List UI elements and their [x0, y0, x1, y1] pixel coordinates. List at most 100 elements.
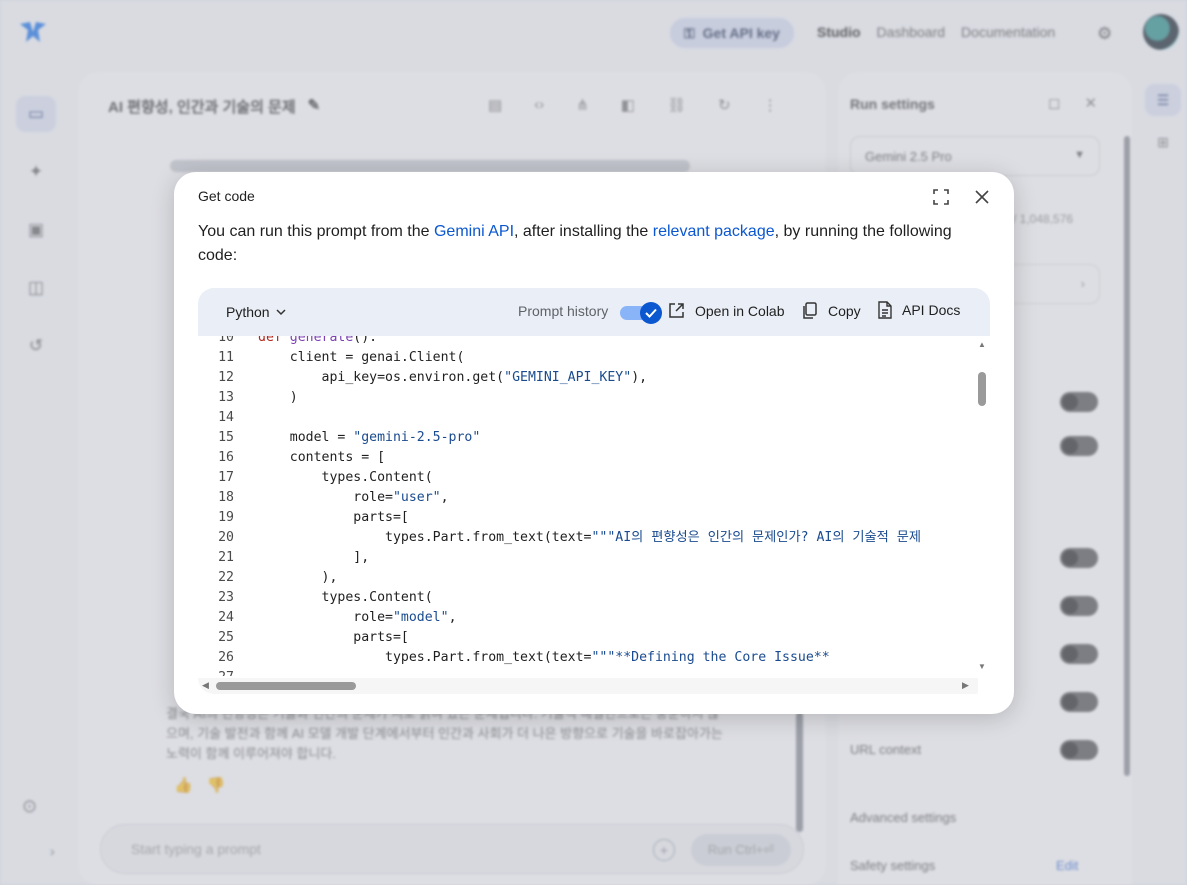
code-token: "user" [392, 490, 441, 505]
code-line: 16 contents = [ [198, 448, 978, 468]
code-line: 19 parts=[ [198, 508, 978, 528]
code-toolbar: Python Prompt history Open in Colab Copy… [198, 288, 990, 336]
prompt-history-label: Prompt history [518, 303, 609, 319]
code-token: def [258, 336, 290, 345]
code-token: role= [258, 490, 393, 505]
open-in-colab-button[interactable]: Open in Colab [668, 302, 785, 319]
scroll-right-arrow-icon[interactable]: ▶ [962, 680, 969, 691]
code-text: def generate(): [234, 336, 377, 348]
horizontal-scrollbar[interactable] [216, 682, 356, 690]
line-number: 26 [218, 650, 234, 665]
copy-button[interactable]: Copy [802, 302, 861, 319]
copy-icon [803, 302, 817, 319]
code-text: api_key=os.environ.get("GEMINI_API_KEY")… [234, 368, 648, 388]
open-external-icon [669, 303, 684, 318]
relevant-package-link[interactable]: relevant package [653, 223, 775, 240]
code-text: role="model", [234, 608, 457, 628]
scroll-left-arrow-icon[interactable]: ◀ [202, 680, 209, 691]
code-text: types.Part.from_text(text="""AI의 편향성은 인간… [234, 528, 921, 548]
code-line: 25 parts=[ [198, 628, 978, 648]
code-token: generate [289, 336, 354, 345]
line-number: 11 [218, 350, 234, 365]
code-text: types.Part.from_text(text="""**Defining … [234, 648, 830, 668]
code-line: 21 ], [198, 548, 978, 568]
line-number: 22 [218, 570, 234, 585]
code-text: parts=[ [234, 508, 409, 528]
code-token: (): [353, 336, 378, 345]
line-number: 27 [198, 668, 234, 676]
code-editor[interactable]: 10 def generate(): 11 client = genai.Clien… [198, 336, 990, 694]
line-number: 16 [218, 450, 234, 465]
code-card: Python Prompt history Open in Colab Copy… [198, 288, 990, 694]
code-text: ], [234, 548, 369, 568]
code-token: ), [258, 570, 338, 585]
check-icon [640, 302, 662, 324]
line-number: 23 [218, 590, 234, 605]
code-line: 24 role="model", [198, 608, 978, 628]
code-token: , [448, 610, 457, 625]
api-docs-button[interactable]: API Docs [878, 301, 960, 319]
line-number: 25 [218, 630, 234, 645]
close-icon[interactable] [969, 184, 995, 210]
code-line: 10 def generate(): [198, 336, 978, 348]
code-line: 27 [198, 668, 978, 676]
code-text: client = genai.Client( [234, 348, 465, 368]
code-token: ), [631, 370, 648, 385]
line-number: 15 [218, 430, 234, 445]
code-token: types.Content( [258, 590, 433, 605]
line-number: 21 [218, 550, 234, 565]
horizontal-scrollbar-track: ◀ ▶ [198, 678, 978, 694]
code-text: contents = [ [234, 448, 385, 468]
code-token: types.Content( [258, 470, 433, 485]
code-token: role= [258, 610, 393, 625]
code-token: ], [258, 550, 370, 565]
code-token: api_key=os.environ.get( [258, 370, 505, 385]
line-number: 20 [218, 530, 234, 545]
code-line: 18 role="user", [198, 488, 978, 508]
line-number: 19 [218, 510, 234, 525]
code-token: types.Part.from_text(text= [258, 650, 592, 665]
code-token: parts=[ [258, 630, 409, 645]
code-line: 26 types.Part.from_text(text="""**Defini… [198, 648, 978, 668]
code-lines: 10 def generate(): 11 client = genai.Clien… [198, 336, 978, 676]
get-code-dialog: Get code You can run this prompt from th… [174, 172, 1014, 714]
code-token: parts=[ [258, 510, 409, 525]
code-token: """**Defining the Core Issue** [591, 650, 830, 665]
line-number: 17 [218, 470, 234, 485]
fullscreen-icon[interactable] [928, 184, 954, 210]
code-text: types.Content( [234, 588, 433, 608]
code-token: "gemini-2.5-pro" [353, 430, 481, 445]
prompt-history-toggle[interactable] [620, 302, 662, 324]
vertical-scrollbar[interactable] [978, 372, 986, 406]
code-token: , [440, 490, 449, 505]
code-text: types.Content( [234, 468, 433, 488]
code-line: 23 types.Content( [198, 588, 978, 608]
line-number: 10 [218, 336, 234, 345]
gemini-api-link[interactable]: Gemini API [434, 223, 514, 240]
code-line: 15 model = "gemini-2.5-pro" [198, 428, 978, 448]
code-text: model = "gemini-2.5-pro" [234, 428, 481, 448]
code-text: ) [234, 388, 298, 408]
document-icon [878, 301, 892, 319]
code-token: "model" [392, 610, 449, 625]
code-text: ), [234, 568, 338, 588]
line-number: 12 [218, 370, 234, 385]
code-line: 17 types.Content( [198, 468, 978, 488]
code-line: 11 client = genai.Client( [198, 348, 978, 368]
code-token: model = [258, 430, 354, 445]
dialog-title: Get code [198, 188, 255, 204]
line-number: 14 [218, 410, 234, 425]
code-line: 20 types.Part.from_text(text="""AI의 편향성은… [198, 528, 978, 548]
code-token: client = genai.Client( [258, 350, 465, 365]
scroll-up-arrow-icon[interactable]: ▲ [976, 340, 988, 349]
code-token: types.Part.from_text(text= [258, 530, 592, 545]
language-select[interactable]: Python [226, 304, 286, 320]
chevron-down-icon [276, 309, 286, 316]
dialog-description: You can run this prompt from the Gemini … [198, 223, 952, 264]
code-line: 22 ), [198, 568, 978, 588]
code-text: role="user", [234, 488, 449, 508]
scroll-down-arrow-icon[interactable]: ▼ [976, 662, 988, 671]
code-token: """AI의 편향성은 인간의 문제인가? AI의 기술적 문제 [591, 530, 922, 545]
